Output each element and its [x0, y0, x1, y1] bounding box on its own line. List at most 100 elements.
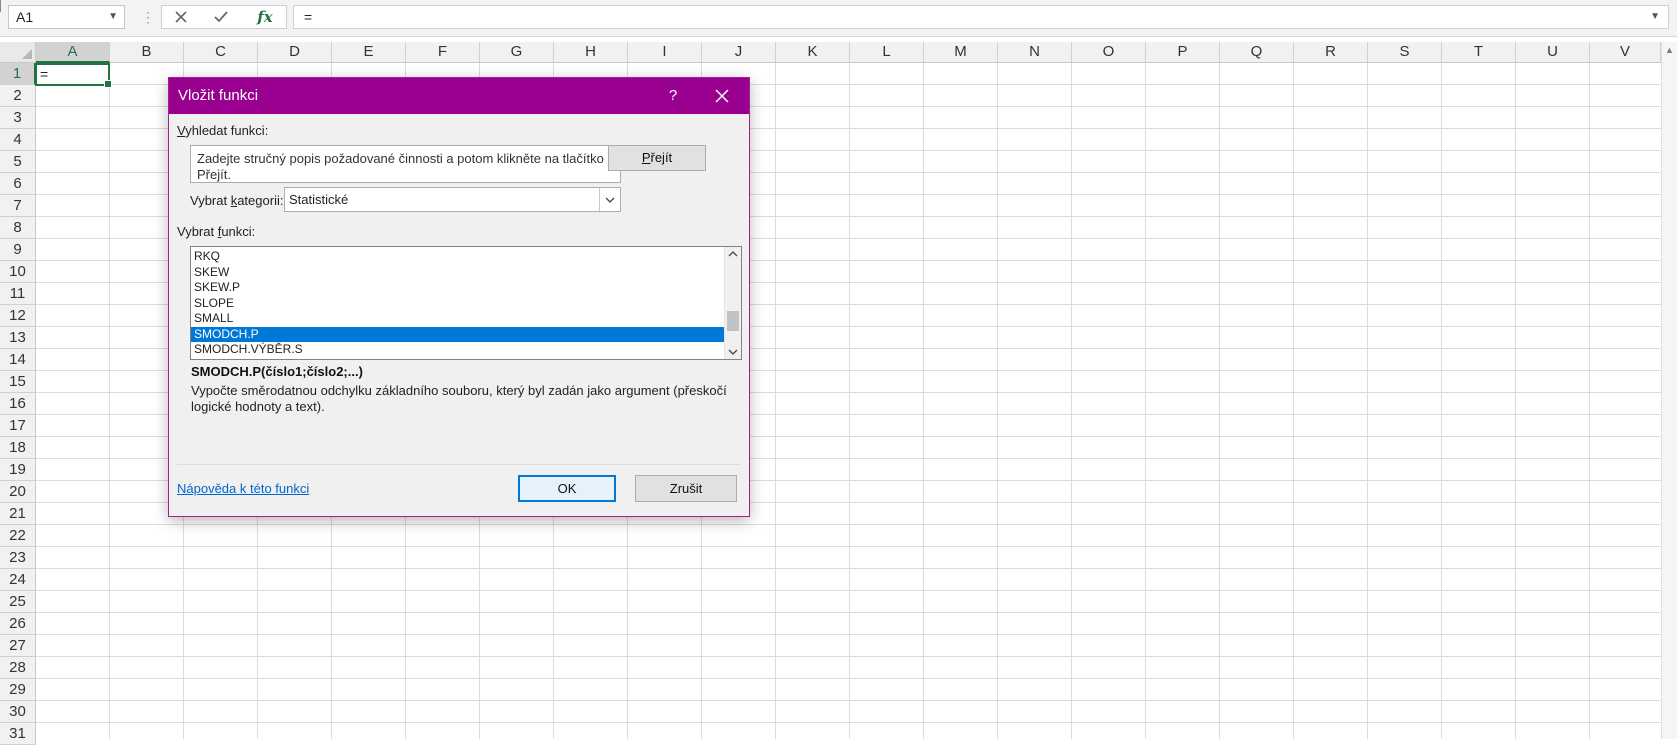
function-list-items: RKQ SKEW SKEW.P SLOPE SMALL SMODCH.P SMODCH.VÝ…: [191, 249, 724, 358]
function-list-item[interactable]: SLOPE: [191, 296, 724, 312]
row-header-14[interactable]: 14: [0, 349, 36, 371]
function-list[interactable]: RKQ SKEW SKEW.P SLOPE SMALL SMODCH.P SMODCH.VÝ…: [190, 246, 742, 360]
column-header-r[interactable]: R: [1294, 42, 1368, 63]
column-header-o[interactable]: O: [1072, 42, 1146, 63]
scroll-up-icon[interactable]: [728, 251, 738, 257]
enter-check-icon[interactable]: [206, 6, 236, 28]
column-header-f[interactable]: F: [406, 42, 480, 63]
row-header-25[interactable]: 25: [0, 591, 36, 613]
fill-handle[interactable]: [104, 80, 112, 88]
cancel-x-icon[interactable]: [166, 6, 196, 28]
cancel-button[interactable]: Zrušit: [635, 475, 737, 502]
expand-chevron-icon[interactable]: ▼: [1650, 6, 1660, 28]
search-label: Vyhledat funkci:: [177, 123, 269, 138]
row-header-17[interactable]: 17: [0, 415, 36, 437]
row-header-23[interactable]: 23: [0, 547, 36, 569]
row-header-29[interactable]: 29: [0, 679, 36, 701]
go-button[interactable]: Přejít: [608, 145, 706, 171]
formula-value: =: [304, 9, 313, 25]
row-header-9[interactable]: 9: [0, 239, 36, 261]
function-list-item[interactable]: SKEW: [191, 265, 724, 281]
column-header-g[interactable]: G: [480, 42, 554, 63]
row-header-20[interactable]: 20: [0, 481, 36, 503]
column-header-d[interactable]: D: [258, 42, 332, 63]
chevron-down-icon[interactable]: [599, 188, 620, 211]
row-header-16[interactable]: 16: [0, 393, 36, 415]
select-all-corner[interactable]: [0, 42, 36, 63]
column-header-j[interactable]: J: [702, 42, 776, 63]
column-header-p[interactable]: P: [1146, 42, 1220, 63]
help-button[interactable]: ?: [653, 78, 693, 114]
function-description: Vypočte směrodatnou odchylku základního …: [191, 383, 727, 414]
function-list-item[interactable]: RKQ: [191, 249, 724, 265]
function-list-item[interactable]: SKEW.P: [191, 280, 724, 296]
scroll-up-icon[interactable]: ▲: [1665, 45, 1674, 55]
row-header-19[interactable]: 19: [0, 459, 36, 481]
formula-bar: A1 ▼ ⋮ fx = ▼: [0, 0, 1677, 37]
vertical-scrollbar[interactable]: ▲: [1661, 42, 1677, 739]
insert-function-dialog: Vložit funkci ? Vyhledat funkci: Zadejte…: [168, 77, 750, 517]
row-header-28[interactable]: 28: [0, 657, 36, 679]
formula-buttons: fx: [161, 5, 287, 29]
row-header-8[interactable]: 8: [0, 217, 36, 239]
column-header-i[interactable]: I: [628, 42, 702, 63]
row-header-18[interactable]: 18: [0, 437, 36, 459]
column-header-n[interactable]: N: [998, 42, 1072, 63]
name-box-value: A1: [16, 9, 34, 25]
formula-input[interactable]: = ▼: [293, 5, 1669, 29]
scroll-thumb[interactable]: [727, 311, 739, 331]
row-header-15[interactable]: 15: [0, 371, 36, 393]
row-header-2[interactable]: 2: [0, 85, 36, 107]
row-header-10[interactable]: 10: [0, 261, 36, 283]
row-header-24[interactable]: 24: [0, 569, 36, 591]
column-header-b[interactable]: B: [110, 42, 184, 63]
row-header-4[interactable]: 4: [0, 129, 36, 151]
row-header-5[interactable]: 5: [0, 151, 36, 173]
row-header-31[interactable]: 31: [0, 723, 36, 745]
row-header-27[interactable]: 27: [0, 635, 36, 657]
scroll-down-icon[interactable]: [728, 349, 738, 355]
function-help-link[interactable]: Nápověda k této funkci: [177, 481, 309, 496]
row-header-6[interactable]: 6: [0, 173, 36, 195]
function-list-item[interactable]: SMALL: [191, 311, 724, 327]
category-select[interactable]: Statistické: [284, 187, 621, 212]
function-label: Vybrat funkci:: [177, 224, 256, 239]
column-header-a[interactable]: A: [36, 42, 110, 63]
row-header-26[interactable]: 26: [0, 613, 36, 635]
search-input[interactable]: Zadejte stručný popis požadované činnost…: [190, 145, 621, 183]
column-header-s[interactable]: S: [1368, 42, 1442, 63]
column-header-l[interactable]: L: [850, 42, 924, 63]
column-header-h[interactable]: H: [554, 42, 628, 63]
column-header-e[interactable]: E: [332, 42, 406, 63]
row-header-7[interactable]: 7: [0, 195, 36, 217]
function-list-item[interactable]: SMODCH.P: [191, 326, 724, 342]
ok-button[interactable]: OK: [518, 475, 616, 502]
column-header-k[interactable]: K: [776, 42, 850, 63]
chevron-down-icon[interactable]: ▼: [108, 6, 118, 28]
dialog-titlebar[interactable]: Vložit funkci ?: [169, 78, 749, 114]
row-header-11[interactable]: 11: [0, 283, 36, 305]
column-header-c[interactable]: C: [184, 42, 258, 63]
category-value: Statistické: [289, 192, 349, 207]
row-header-1[interactable]: 1: [0, 63, 36, 85]
row-header-3[interactable]: 3: [0, 107, 36, 129]
row-header-22[interactable]: 22: [0, 525, 36, 547]
drag-handle-icon[interactable]: ⋮: [141, 8, 155, 26]
row-header-12[interactable]: 12: [0, 305, 36, 327]
name-box[interactable]: A1 ▼: [8, 5, 125, 29]
column-header-q[interactable]: Q: [1220, 42, 1294, 63]
column-header-u[interactable]: U: [1516, 42, 1590, 63]
column-header-m[interactable]: M: [924, 42, 998, 63]
insert-function-icon[interactable]: fx: [250, 6, 280, 28]
list-scrollbar[interactable]: [724, 247, 741, 359]
close-button[interactable]: [697, 78, 747, 114]
row-header-30[interactable]: 30: [0, 701, 36, 723]
active-cell-a1[interactable]: =: [35, 63, 112, 88]
column-header-v[interactable]: V: [1590, 42, 1661, 63]
function-list-item[interactable]: SMODCH.VÝBĚR.S: [191, 342, 724, 358]
row-header-21[interactable]: 21: [0, 503, 36, 525]
cell-value: =: [40, 66, 49, 82]
column-header-t[interactable]: T: [1442, 42, 1516, 63]
row-header-13[interactable]: 13: [0, 327, 36, 349]
dialog-title: Vložit funkci: [178, 87, 259, 104]
